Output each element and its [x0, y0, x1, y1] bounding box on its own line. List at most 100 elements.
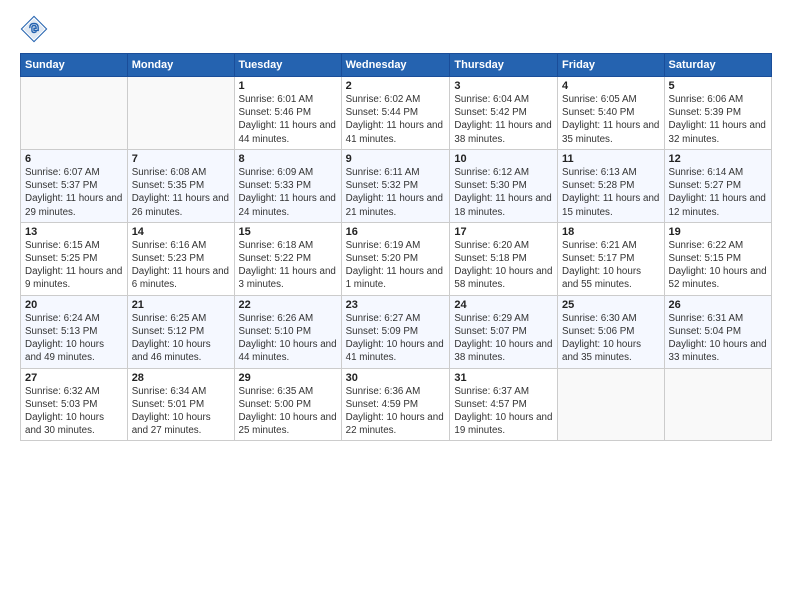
day-cell: 6Sunrise: 6:07 AMSunset: 5:37 PMDaylight… [21, 149, 128, 222]
day-number: 10 [454, 153, 553, 165]
week-row-1: 6Sunrise: 6:07 AMSunset: 5:37 PMDaylight… [21, 149, 772, 222]
day-number: 11 [562, 153, 660, 165]
day-detail: Sunrise: 6:18 AMSunset: 5:22 PMDaylight:… [239, 239, 337, 292]
calendar-header: SundayMondayTuesdayWednesdayThursdayFrid… [21, 54, 772, 77]
day-detail: Sunrise: 6:02 AMSunset: 5:44 PMDaylight:… [346, 93, 446, 146]
day-detail: Sunrise: 6:01 AMSunset: 5:46 PMDaylight:… [239, 93, 337, 146]
day-number: 17 [454, 226, 553, 238]
logo [20, 15, 52, 43]
logo-icon [20, 15, 48, 43]
day-detail: Sunrise: 6:21 AMSunset: 5:17 PMDaylight:… [562, 239, 660, 292]
day-cell: 30Sunrise: 6:36 AMSunset: 4:59 PMDayligh… [341, 368, 450, 441]
day-detail: Sunrise: 6:34 AMSunset: 5:01 PMDaylight:… [132, 385, 230, 438]
day-number: 12 [669, 153, 767, 165]
header-day-monday: Monday [127, 54, 234, 77]
day-number: 22 [239, 299, 337, 311]
day-cell: 23Sunrise: 6:27 AMSunset: 5:09 PMDayligh… [341, 295, 450, 368]
day-detail: Sunrise: 6:22 AMSunset: 5:15 PMDaylight:… [669, 239, 767, 292]
day-cell: 25Sunrise: 6:30 AMSunset: 5:06 PMDayligh… [558, 295, 665, 368]
day-number: 18 [562, 226, 660, 238]
day-cell: 31Sunrise: 6:37 AMSunset: 4:57 PMDayligh… [450, 368, 558, 441]
day-number: 25 [562, 299, 660, 311]
day-cell: 5Sunrise: 6:06 AMSunset: 5:39 PMDaylight… [664, 77, 771, 150]
day-cell: 16Sunrise: 6:19 AMSunset: 5:20 PMDayligh… [341, 222, 450, 295]
day-cell: 24Sunrise: 6:29 AMSunset: 5:07 PMDayligh… [450, 295, 558, 368]
day-cell: 28Sunrise: 6:34 AMSunset: 5:01 PMDayligh… [127, 368, 234, 441]
day-cell: 12Sunrise: 6:14 AMSunset: 5:27 PMDayligh… [664, 149, 771, 222]
day-cell: 13Sunrise: 6:15 AMSunset: 5:25 PMDayligh… [21, 222, 128, 295]
day-cell: 15Sunrise: 6:18 AMSunset: 5:22 PMDayligh… [234, 222, 341, 295]
day-cell: 4Sunrise: 6:05 AMSunset: 5:40 PMDaylight… [558, 77, 665, 150]
day-detail: Sunrise: 6:24 AMSunset: 5:13 PMDaylight:… [25, 312, 123, 365]
day-detail: Sunrise: 6:05 AMSunset: 5:40 PMDaylight:… [562, 93, 660, 146]
day-detail: Sunrise: 6:30 AMSunset: 5:06 PMDaylight:… [562, 312, 660, 365]
day-detail: Sunrise: 6:07 AMSunset: 5:37 PMDaylight:… [25, 166, 123, 219]
day-number: 31 [454, 372, 553, 384]
day-number: 2 [346, 80, 446, 92]
day-cell: 29Sunrise: 6:35 AMSunset: 5:00 PMDayligh… [234, 368, 341, 441]
day-number: 15 [239, 226, 337, 238]
day-number: 7 [132, 153, 230, 165]
day-detail: Sunrise: 6:27 AMSunset: 5:09 PMDaylight:… [346, 312, 446, 365]
day-cell: 1Sunrise: 6:01 AMSunset: 5:46 PMDaylight… [234, 77, 341, 150]
day-detail: Sunrise: 6:09 AMSunset: 5:33 PMDaylight:… [239, 166, 337, 219]
day-detail: Sunrise: 6:32 AMSunset: 5:03 PMDaylight:… [25, 385, 123, 438]
day-number: 19 [669, 226, 767, 238]
calendar: SundayMondayTuesdayWednesdayThursdayFrid… [20, 53, 772, 441]
header-day-tuesday: Tuesday [234, 54, 341, 77]
day-number: 9 [346, 153, 446, 165]
day-detail: Sunrise: 6:16 AMSunset: 5:23 PMDaylight:… [132, 239, 230, 292]
week-row-4: 27Sunrise: 6:32 AMSunset: 5:03 PMDayligh… [21, 368, 772, 441]
day-cell: 22Sunrise: 6:26 AMSunset: 5:10 PMDayligh… [234, 295, 341, 368]
day-detail: Sunrise: 6:12 AMSunset: 5:30 PMDaylight:… [454, 166, 553, 219]
day-cell: 18Sunrise: 6:21 AMSunset: 5:17 PMDayligh… [558, 222, 665, 295]
week-row-0: 1Sunrise: 6:01 AMSunset: 5:46 PMDaylight… [21, 77, 772, 150]
day-number: 28 [132, 372, 230, 384]
day-detail: Sunrise: 6:08 AMSunset: 5:35 PMDaylight:… [132, 166, 230, 219]
day-number: 20 [25, 299, 123, 311]
header-day-saturday: Saturday [664, 54, 771, 77]
day-number: 13 [25, 226, 123, 238]
day-detail: Sunrise: 6:35 AMSunset: 5:00 PMDaylight:… [239, 385, 337, 438]
day-cell: 10Sunrise: 6:12 AMSunset: 5:30 PMDayligh… [450, 149, 558, 222]
day-cell [21, 77, 128, 150]
day-number: 23 [346, 299, 446, 311]
day-number: 4 [562, 80, 660, 92]
header-day-wednesday: Wednesday [341, 54, 450, 77]
day-number: 24 [454, 299, 553, 311]
day-detail: Sunrise: 6:31 AMSunset: 5:04 PMDaylight:… [669, 312, 767, 365]
day-number: 5 [669, 80, 767, 92]
day-detail: Sunrise: 6:29 AMSunset: 5:07 PMDaylight:… [454, 312, 553, 365]
day-cell [127, 77, 234, 150]
calendar-body: 1Sunrise: 6:01 AMSunset: 5:46 PMDaylight… [21, 77, 772, 441]
day-cell: 21Sunrise: 6:25 AMSunset: 5:12 PMDayligh… [127, 295, 234, 368]
day-detail: Sunrise: 6:04 AMSunset: 5:42 PMDaylight:… [454, 93, 553, 146]
header-day-thursday: Thursday [450, 54, 558, 77]
day-detail: Sunrise: 6:36 AMSunset: 4:59 PMDaylight:… [346, 385, 446, 438]
day-detail: Sunrise: 6:06 AMSunset: 5:39 PMDaylight:… [669, 93, 767, 146]
header-row: SundayMondayTuesdayWednesdayThursdayFrid… [21, 54, 772, 77]
day-number: 16 [346, 226, 446, 238]
day-detail: Sunrise: 6:37 AMSunset: 4:57 PMDaylight:… [454, 385, 553, 438]
day-cell: 11Sunrise: 6:13 AMSunset: 5:28 PMDayligh… [558, 149, 665, 222]
day-cell: 26Sunrise: 6:31 AMSunset: 5:04 PMDayligh… [664, 295, 771, 368]
day-detail: Sunrise: 6:11 AMSunset: 5:32 PMDaylight:… [346, 166, 446, 219]
day-cell: 8Sunrise: 6:09 AMSunset: 5:33 PMDaylight… [234, 149, 341, 222]
day-cell: 19Sunrise: 6:22 AMSunset: 5:15 PMDayligh… [664, 222, 771, 295]
day-number: 27 [25, 372, 123, 384]
day-cell: 7Sunrise: 6:08 AMSunset: 5:35 PMDaylight… [127, 149, 234, 222]
day-detail: Sunrise: 6:25 AMSunset: 5:12 PMDaylight:… [132, 312, 230, 365]
week-row-3: 20Sunrise: 6:24 AMSunset: 5:13 PMDayligh… [21, 295, 772, 368]
day-detail: Sunrise: 6:20 AMSunset: 5:18 PMDaylight:… [454, 239, 553, 292]
header-day-sunday: Sunday [21, 54, 128, 77]
day-number: 3 [454, 80, 553, 92]
day-detail: Sunrise: 6:26 AMSunset: 5:10 PMDaylight:… [239, 312, 337, 365]
day-number: 1 [239, 80, 337, 92]
day-detail: Sunrise: 6:15 AMSunset: 5:25 PMDaylight:… [25, 239, 123, 292]
day-number: 21 [132, 299, 230, 311]
day-number: 14 [132, 226, 230, 238]
day-number: 29 [239, 372, 337, 384]
header-day-friday: Friday [558, 54, 665, 77]
week-row-2: 13Sunrise: 6:15 AMSunset: 5:25 PMDayligh… [21, 222, 772, 295]
header [20, 15, 772, 43]
